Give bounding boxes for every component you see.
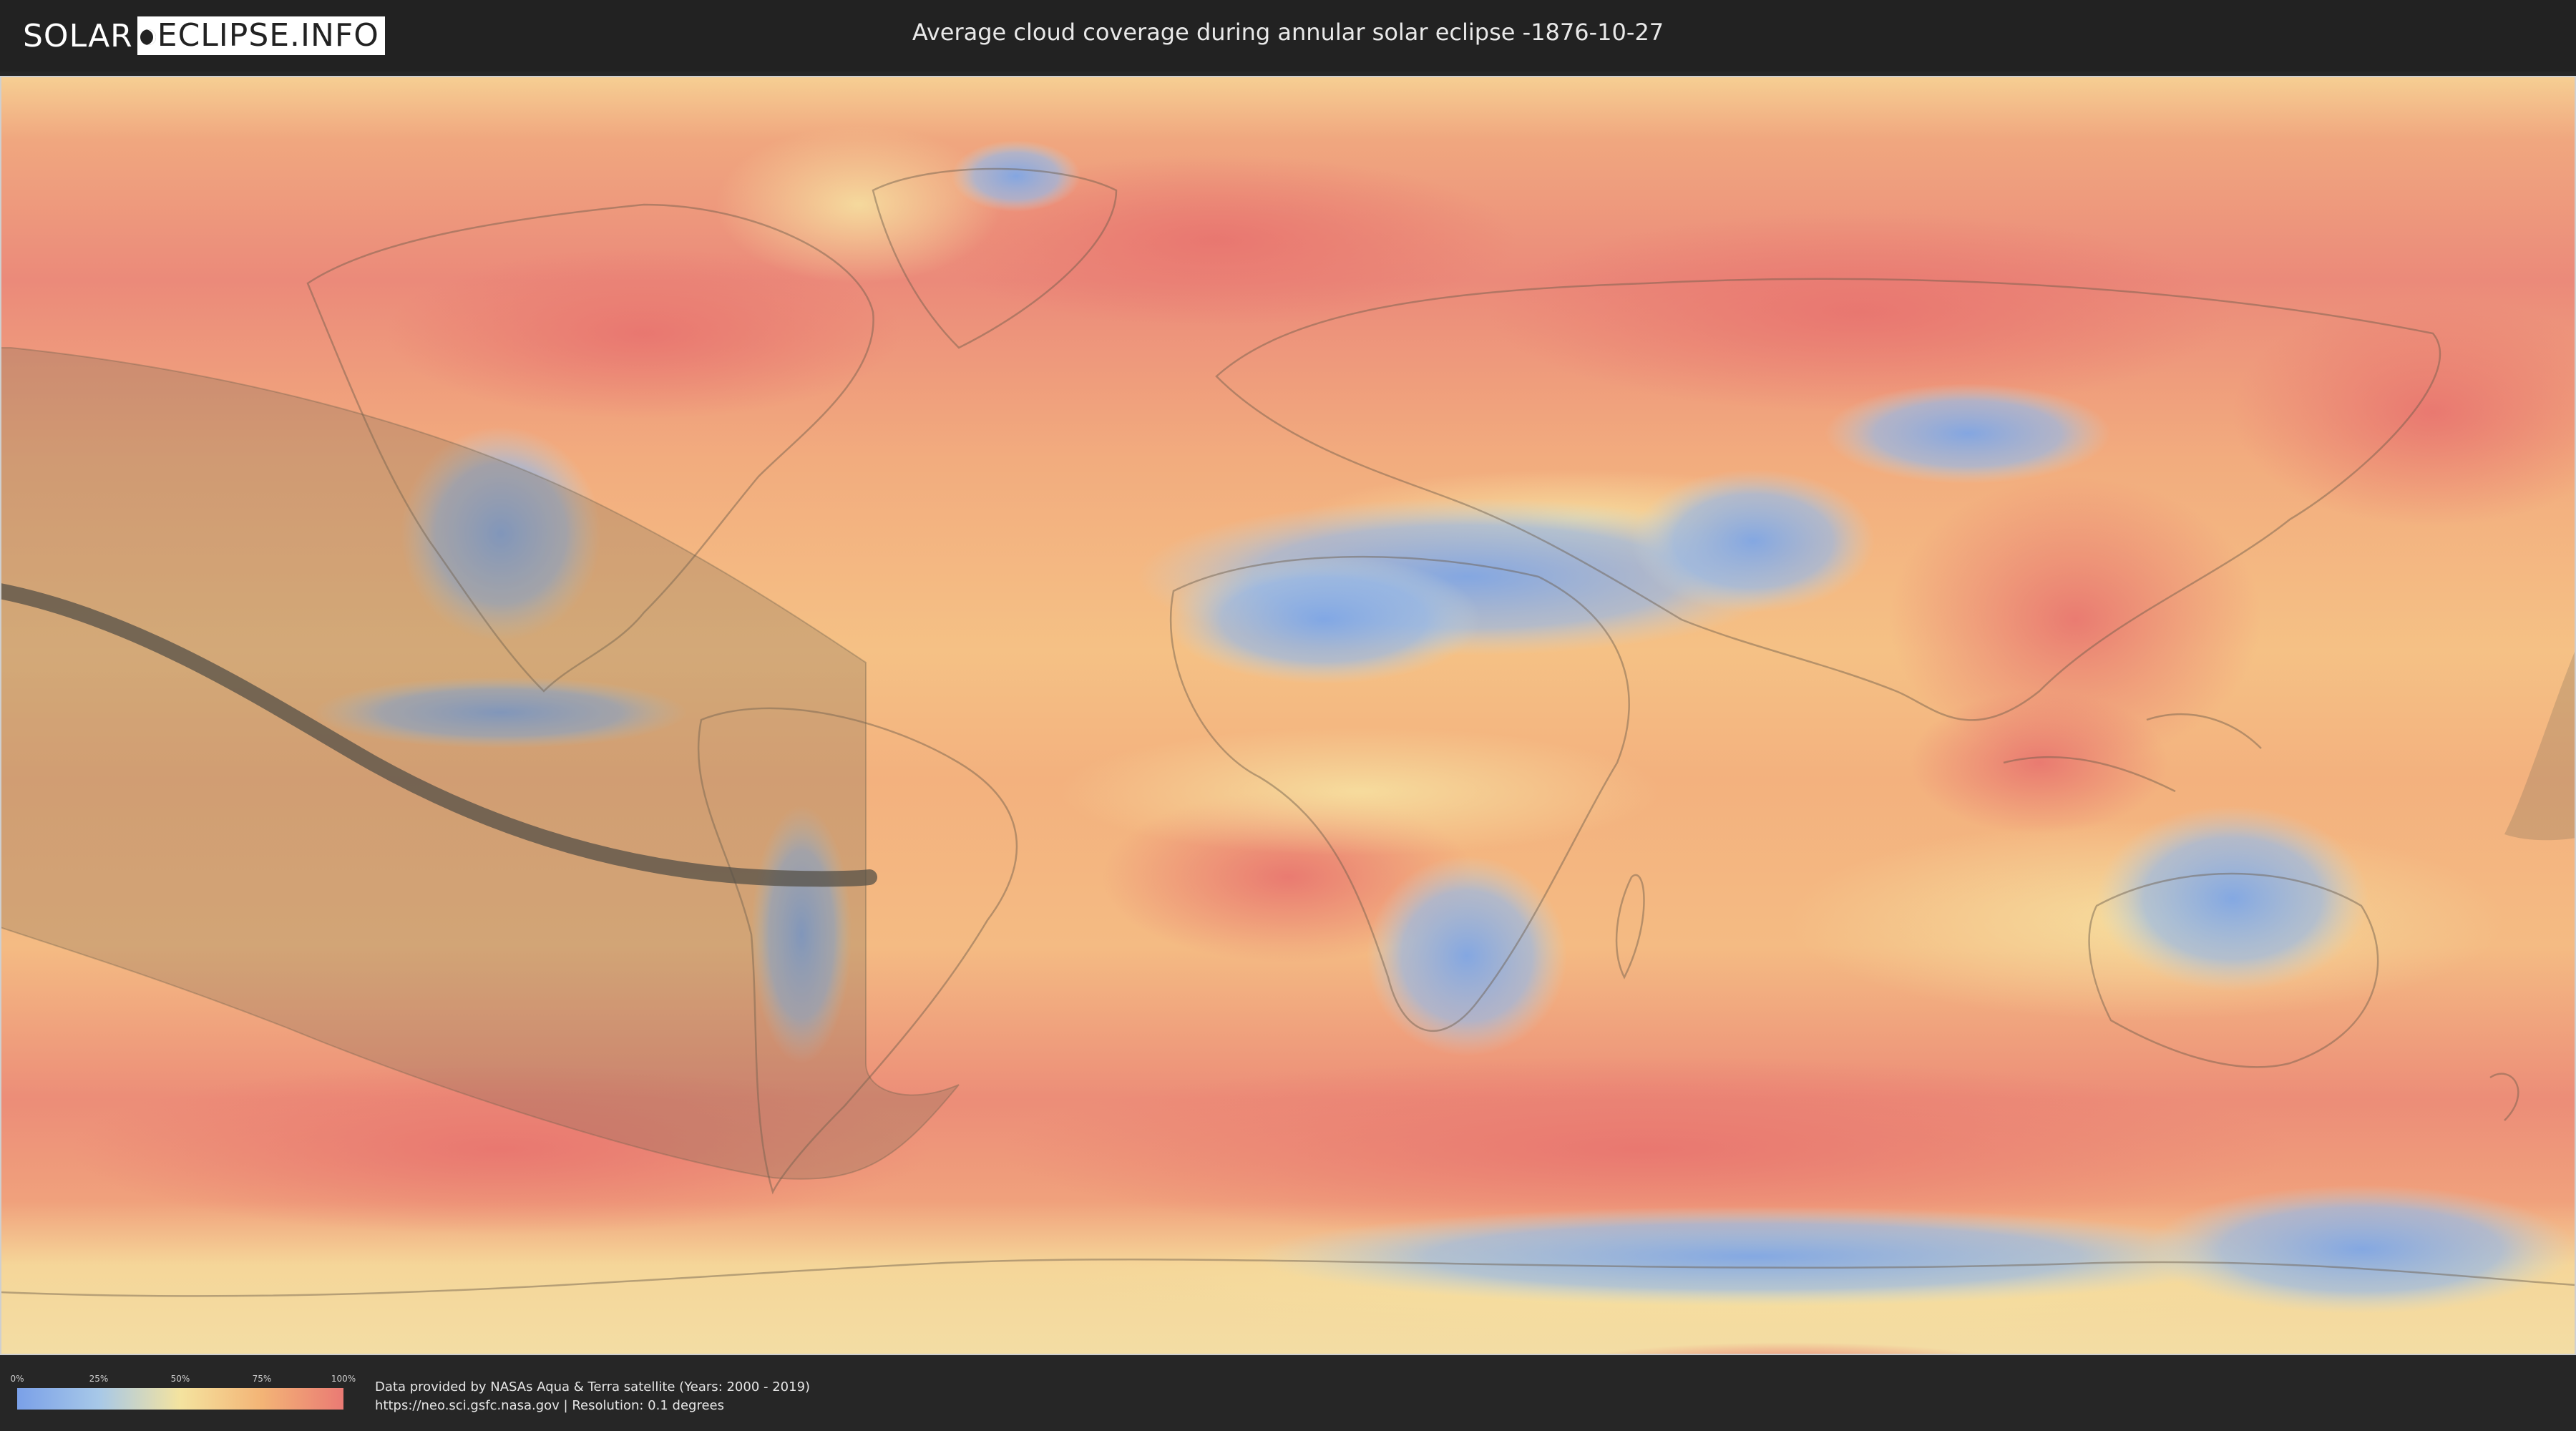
legend-label-75: 75% bbox=[252, 1374, 272, 1384]
legend-label-50: 50% bbox=[170, 1374, 190, 1384]
legend-color-scale bbox=[17, 1388, 343, 1410]
legend-labels: 0% 25% 50% 75% 100% bbox=[10, 1374, 356, 1385]
cloud-coverage-map[interactable] bbox=[0, 76, 2576, 1355]
header-bar: SOLAR ECLIPSE.INFO Average cloud coverag… bbox=[0, 0, 2576, 72]
data-credits: Data provided by NASAs Aqua & Terra sate… bbox=[375, 1378, 810, 1415]
page: SOLAR ECLIPSE.INFO Average cloud coverag… bbox=[0, 0, 2576, 1431]
map-svg bbox=[0, 76, 2576, 1355]
footer-bar: 0% 25% 50% 75% 100% Data provided by NAS… bbox=[0, 1357, 2576, 1431]
legend-label-100: 100% bbox=[331, 1374, 356, 1384]
page-title: Average cloud coverage during annular so… bbox=[912, 19, 1664, 46]
credits-line-2[interactable]: https://neo.sci.gsfc.nasa.gov | Resoluti… bbox=[375, 1397, 810, 1415]
legend-label-25: 25% bbox=[89, 1374, 109, 1384]
legend-label-0: 0% bbox=[10, 1374, 24, 1384]
credits-line-1: Data provided by NASAs Aqua & Terra sate… bbox=[375, 1379, 811, 1395]
